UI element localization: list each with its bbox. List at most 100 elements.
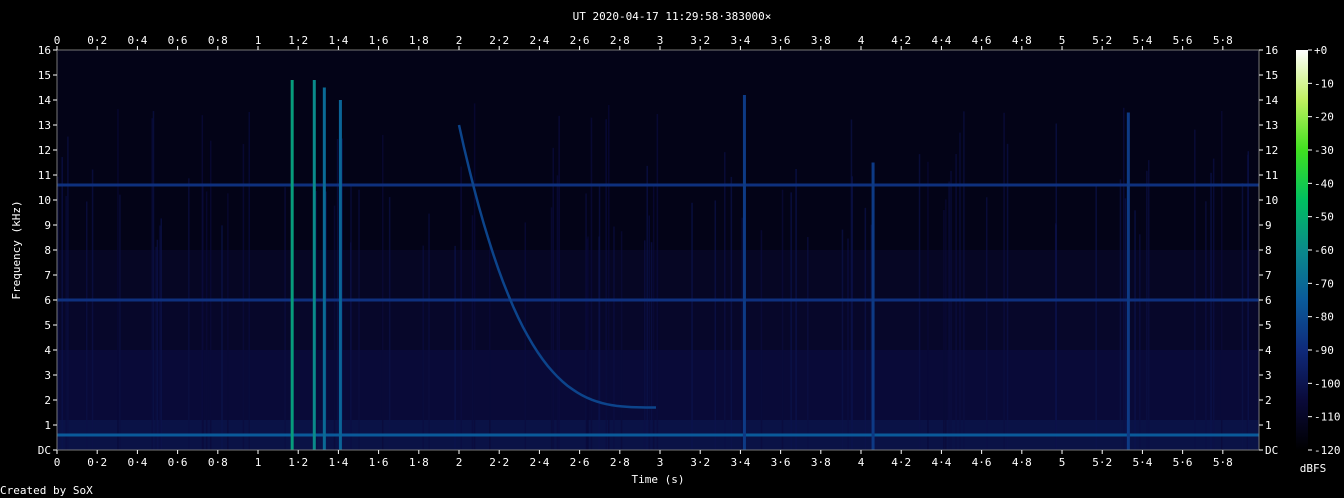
noise-streak xyxy=(333,205,336,450)
noise-streak xyxy=(460,166,462,450)
noise-streak xyxy=(918,154,921,450)
noise-streak xyxy=(188,178,190,451)
spectrogram-area xyxy=(56,49,1260,451)
chart-title: UT 2020-04-17 11:29:58·383000× xyxy=(573,10,772,23)
colorbar-tick-label: -80 xyxy=(1314,311,1334,324)
y-tick-label-left: 1 xyxy=(44,419,51,432)
noise-streak xyxy=(1148,160,1150,450)
y-tick-label-left: 16 xyxy=(38,44,51,57)
noise-streak xyxy=(1006,143,1009,450)
credit-text: Created by SoX xyxy=(0,484,93,497)
x-tick-label-top: 5·8 xyxy=(1213,34,1233,47)
x-tick-label-bottom: 1·6 xyxy=(369,456,389,469)
noise-streak xyxy=(159,225,161,450)
colorbar-tick-label: -100 xyxy=(1314,377,1341,390)
x-tick-label-top: 4·6 xyxy=(972,34,992,47)
x-tick-label-top: 1·4 xyxy=(328,34,348,47)
noise-streak xyxy=(1212,158,1215,450)
y-tick-label-right: 5 xyxy=(1265,319,1272,332)
noise-streak xyxy=(730,176,733,450)
noise-streak xyxy=(691,202,693,450)
x-tick-label-bottom: 3·4 xyxy=(730,456,750,469)
impulse-line xyxy=(338,100,342,450)
y-tick-label-right: 14 xyxy=(1265,94,1279,107)
noise-streak xyxy=(61,157,63,450)
spectrogram-chart: UT 2020-04-17 11:29:58·383000× 0 0·2 0·4 0·… xyxy=(0,10,1341,497)
noise-streak xyxy=(959,132,961,450)
noise-streak xyxy=(963,111,965,451)
y-tick-label-right: 16 xyxy=(1265,44,1278,57)
noise-streak xyxy=(284,187,286,450)
y-tick-label-right: 15 xyxy=(1265,69,1278,82)
y-tick-label-left: DC xyxy=(38,444,51,457)
x-tick-label-top: 3 xyxy=(657,34,664,47)
x-tick-label-bottom: 1·2 xyxy=(288,456,308,469)
hum-line xyxy=(57,298,1259,302)
colorbar-label: dBFS xyxy=(1300,462,1327,475)
noise-streak xyxy=(156,239,159,450)
x-tick-label-bottom: 3·8 xyxy=(811,456,831,469)
x-tick-label-top: 4·2 xyxy=(891,34,911,47)
noise-streak xyxy=(1205,201,1207,450)
noise-streak xyxy=(160,218,163,450)
x-tick-label-top: 0·6 xyxy=(168,34,188,47)
y-tick-label-right: 11 xyxy=(1265,169,1278,182)
x-tick-label-top: 2 xyxy=(456,34,463,47)
x-tick-label-bottom: 5·6 xyxy=(1173,456,1193,469)
noise-streak xyxy=(864,207,867,450)
noise-streak xyxy=(948,181,950,451)
x-tick-label-bottom: 3 xyxy=(657,456,664,469)
y-tick-label-right: 4 xyxy=(1265,344,1272,357)
y-tick-label-left: 10 xyxy=(38,194,51,207)
x-tick-label-top: 3·8 xyxy=(811,34,831,47)
noise-streak xyxy=(1054,223,1057,450)
colorbar-ticks: +0 -10 -20 -30 -40 -50 -60 -70 -80 -90 -100 -110 -12… xyxy=(1308,44,1341,457)
x-tick-label-bottom: 5·2 xyxy=(1092,456,1112,469)
noise-streak xyxy=(65,196,67,450)
x-tick-label-top: 3·6 xyxy=(771,34,791,47)
x-ticks-top: 0 0·2 0·4 0·6 0·8 1 1·2 1·4 1·6 1·8 2 2·2 2·4 2·6 2·8 3… xyxy=(54,34,1233,50)
y-tick-label-left: 12 xyxy=(38,144,51,157)
noise-streak xyxy=(943,209,945,450)
noise-streak xyxy=(558,115,560,450)
y-tick-label-left: 6 xyxy=(44,294,51,307)
noise-streak xyxy=(155,246,157,450)
noise-streak xyxy=(847,238,849,450)
noise-streak xyxy=(790,192,792,450)
noise-streak xyxy=(1210,172,1212,450)
x-tick-label-bottom: 4·2 xyxy=(891,456,911,469)
x-tick-label-bottom: 0·2 xyxy=(87,456,107,469)
spectrogram-features xyxy=(57,50,1259,451)
noise-streak xyxy=(422,245,424,450)
noise-streak xyxy=(781,189,784,451)
x-tick-label-bottom: 3·2 xyxy=(690,456,710,469)
noise-streak xyxy=(1119,179,1122,450)
y-tick-label-right: 13 xyxy=(1265,119,1278,132)
noise-streak xyxy=(1123,107,1125,450)
noise-streak xyxy=(608,104,610,451)
noise-streak xyxy=(227,193,229,451)
noise-streak xyxy=(471,215,474,450)
x-tick-label-top: 1 xyxy=(255,34,262,47)
x-tick-label-bottom: 4·6 xyxy=(972,456,992,469)
y-tick-label-left: 4 xyxy=(44,344,51,357)
noise-streak xyxy=(205,191,208,451)
x-tick-label-top: 1·6 xyxy=(369,34,389,47)
noise-streak xyxy=(1220,110,1223,450)
x-tick-label-bottom: 2 xyxy=(456,456,463,469)
x-ticks-bottom: 0 0·2 0·4 0·6 0·8 1 1·2 1·4 1·6 1·8 2 2·2 2·4 2·6 2·8 3… xyxy=(54,450,1233,469)
noise-streak xyxy=(714,200,717,450)
noise-streak xyxy=(985,197,988,450)
impulse-line xyxy=(871,162,875,450)
noise-streak xyxy=(117,109,119,450)
colorbar-tick-label: -40 xyxy=(1314,177,1334,190)
noise-streak xyxy=(85,201,88,450)
noise-streak xyxy=(524,222,527,450)
y-tick-label-right: 2 xyxy=(1265,394,1272,407)
colorbar-tick-label: -110 xyxy=(1314,411,1341,424)
noise-streak xyxy=(620,231,623,450)
noise-streak xyxy=(242,143,245,451)
x-tick-label-bottom: 0·4 xyxy=(127,456,147,469)
y-tick-label-right: 1 xyxy=(1265,419,1272,432)
noise-streak xyxy=(1146,170,1148,450)
